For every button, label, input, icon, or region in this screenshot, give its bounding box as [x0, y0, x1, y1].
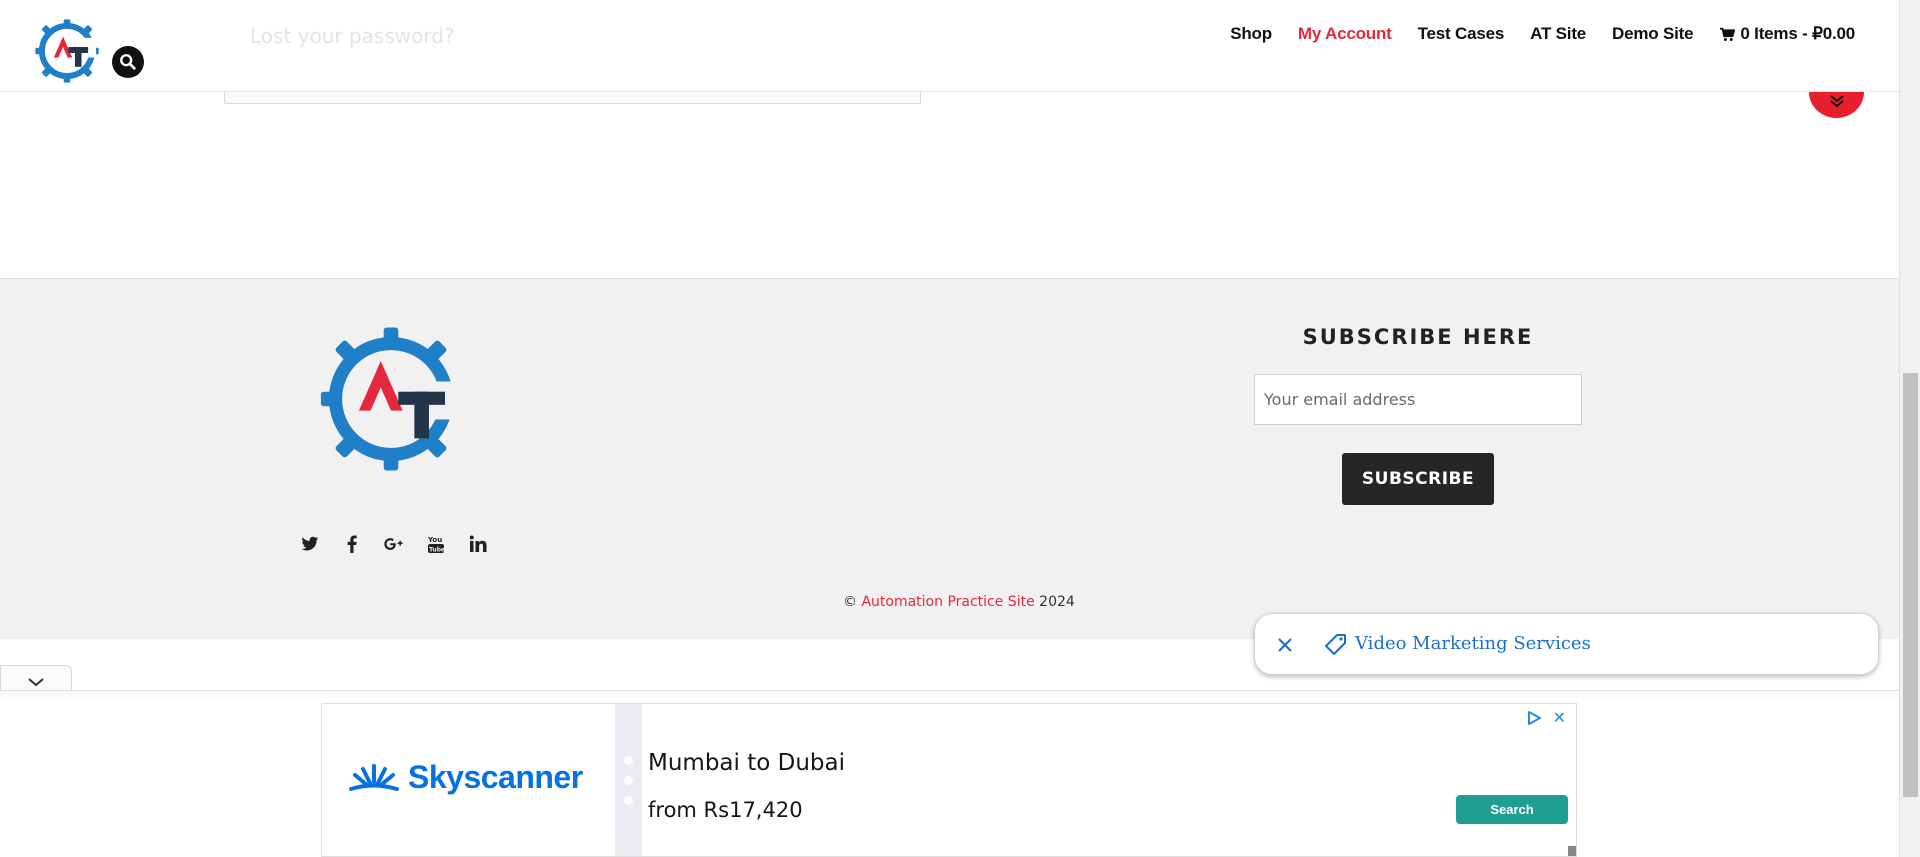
svg-text:You: You: [427, 536, 442, 544]
skyscanner-sunburst-icon: [349, 763, 399, 791]
lost-password-link[interactable]: Lost your password?: [250, 24, 455, 48]
copyright-year: 2024: [1039, 594, 1075, 610]
google-plus-icon[interactable]: [384, 534, 404, 554]
scrollbar-thumb[interactable]: [1903, 373, 1918, 797]
ad-resize-corner: [1568, 846, 1576, 856]
nav-my-account[interactable]: My Account: [1298, 24, 1392, 44]
ad-slide-dot[interactable]: [624, 776, 633, 785]
nav-demo-site[interactable]: Demo Site: [1612, 24, 1694, 44]
ad-route: Mumbai to Dubai: [648, 750, 845, 776]
nav-test-cases[interactable]: Test Cases: [1418, 24, 1505, 44]
youtube-icon[interactable]: You Tube: [426, 534, 446, 554]
adchoices-icon[interactable]: [1526, 710, 1542, 726]
site-logo[interactable]: [34, 18, 100, 84]
chevron-down-icon: [28, 677, 44, 686]
ad-slide-dot[interactable]: [624, 756, 633, 765]
footer-logo: [320, 327, 464, 471]
copyright-symbol: ©: [843, 594, 857, 610]
ad-brand-logo: Skyscanner: [348, 759, 583, 796]
close-icon: [1278, 638, 1292, 652]
double-chevron-down-icon: [1829, 95, 1844, 108]
twitter-icon[interactable]: [300, 534, 320, 554]
bottom-ad-banner[interactable]: Skyscanner Mumbai to Dubai from Rs17,420…: [321, 703, 1577, 857]
nav-at-site[interactable]: AT Site: [1530, 24, 1586, 44]
linkedin-icon[interactable]: [468, 534, 488, 554]
anchor-ad-strip: [0, 690, 1899, 698]
search-button[interactable]: [112, 46, 144, 78]
ad-search-button[interactable]: Search: [1456, 795, 1568, 824]
tag-icon: [1325, 634, 1346, 655]
cart-icon: [1720, 27, 1736, 41]
copyright: © Automation Practice Site 2024: [843, 594, 1075, 610]
ad-brand-name: Skyscanner: [408, 759, 583, 795]
ad-slide-dot[interactable]: [624, 796, 633, 805]
main-nav: Shop My Account Test Cases AT Site Demo …: [1230, 24, 1855, 44]
page-scrollbar[interactable]: [1899, 0, 1920, 857]
ad-close-icon[interactable]: ✕: [1553, 708, 1566, 727]
ad-price: from Rs17,420: [648, 798, 803, 822]
subscribe-button[interactable]: SUBSCRIBE: [1342, 453, 1494, 505]
nav-cart[interactable]: 0 Items - ₽0.00: [1719, 24, 1855, 44]
facebook-icon[interactable]: [342, 534, 362, 554]
cart-summary: 0 Items - ₽0.00: [1740, 24, 1855, 43]
toast-close-button[interactable]: [1273, 633, 1297, 657]
svg-text:Tube: Tube: [429, 547, 445, 554]
copyright-site-link[interactable]: Automation Practice Site: [861, 594, 1034, 610]
nav-shop[interactable]: Shop: [1230, 24, 1272, 44]
site-footer: You Tube SUBSCRIBE HERE SUBSCRIBE © Autom…: [0, 278, 1899, 639]
subscribe-title: SUBSCRIBE HERE: [1302, 325, 1534, 349]
social-links: You Tube: [300, 534, 488, 554]
search-icon: [120, 54, 136, 70]
subscribe-email-input[interactable]: [1254, 374, 1582, 425]
toast-ad-text[interactable]: Video Marketing Services: [1355, 633, 1591, 654]
ad-toast: Video Marketing Services: [1254, 613, 1879, 675]
